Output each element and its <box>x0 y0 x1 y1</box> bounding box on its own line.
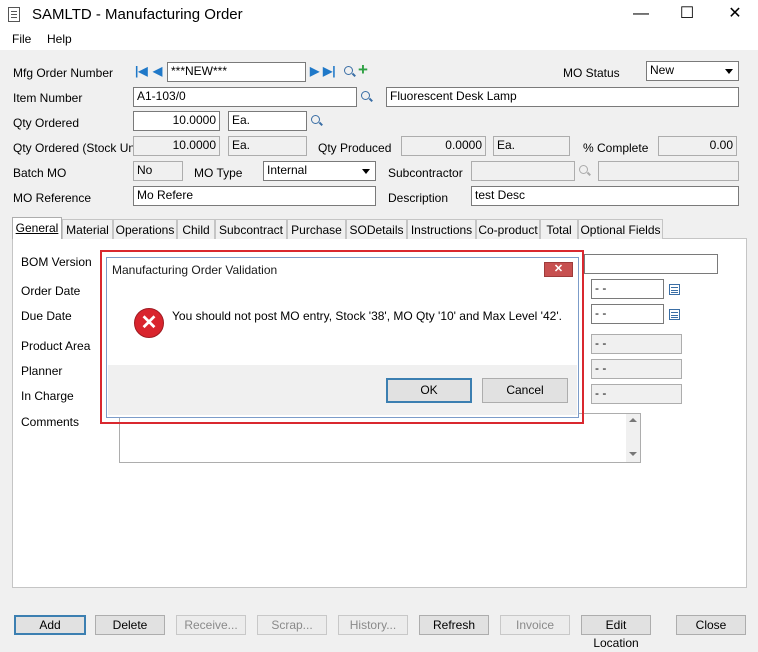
tab-general[interactable]: General <box>12 217 62 239</box>
tab-operations[interactable]: Operations <box>113 219 177 239</box>
mfg-order-finder-icon[interactable] <box>344 66 353 75</box>
dialog-message: You should not post MO entry, Stock '38'… <box>172 309 562 323</box>
qty-ordered-label: Qty Ordered <box>13 116 80 130</box>
qty-ordered-stock-field: 10.0000 <box>133 136 220 156</box>
menu-file[interactable]: File <box>12 32 31 46</box>
edit-location-button[interactable]: Edit Location <box>581 615 651 650</box>
subcontractor-input[interactable] <box>471 161 575 181</box>
description-label: Description <box>388 191 449 205</box>
add-button[interactable]: Add <box>14 615 86 635</box>
last-record-icon[interactable]: ▶| <box>323 64 336 78</box>
mo-status-value: New <box>650 63 675 77</box>
calendar-icon[interactable] <box>669 284 680 295</box>
batch-mo-label: Batch MO <box>13 166 67 180</box>
mo-type-label: MO Type <box>194 166 243 180</box>
due-date-input[interactable]: - - <box>591 304 664 324</box>
chevron-down-icon <box>725 69 733 74</box>
mfg-order-label: Mfg Order Number <box>13 66 114 80</box>
item-description-field[interactable]: Fluorescent Desk Lamp <box>386 87 739 107</box>
tab-optional-fields[interactable]: Optional Fields <box>578 219 663 239</box>
dialog-title: Manufacturing Order Validation <box>112 263 278 277</box>
tab-sodetails[interactable]: SODetails <box>346 219 407 239</box>
pct-complete-field: 0.00 <box>658 136 737 156</box>
calendar-icon[interactable] <box>669 309 680 320</box>
product-area-field: - - <box>591 334 682 354</box>
menu-bar <box>0 30 758 50</box>
comments-label: Comments <box>21 415 80 429</box>
subcontractor-label: Subcontractor <box>388 166 463 180</box>
item-number-input[interactable]: A1-103/0 <box>133 87 357 107</box>
comments-scrollbar[interactable] <box>626 414 640 462</box>
subcontractor-finder-icon[interactable] <box>579 165 588 174</box>
tab-coproduct[interactable]: Co-product <box>476 219 540 239</box>
description-input[interactable]: test Desc <box>471 186 739 206</box>
in-charge-field: - - <box>591 384 682 404</box>
tab-instructions[interactable]: Instructions <box>407 219 476 239</box>
delete-button[interactable]: Delete <box>95 615 165 635</box>
mo-type-select[interactable]: Internal <box>263 161 376 181</box>
batch-mo-field: No <box>133 161 183 181</box>
close-button[interactable]: Close <box>676 615 746 635</box>
mo-status-label: MO Status <box>563 66 620 80</box>
menu-help[interactable]: Help <box>47 32 72 46</box>
in-charge-label: In Charge <box>21 389 74 403</box>
error-icon: ✕ <box>134 308 164 338</box>
scrap-button[interactable]: Scrap... <box>257 615 327 635</box>
refresh-button[interactable]: Refresh <box>419 615 489 635</box>
due-date-label: Due Date <box>21 309 72 323</box>
product-area-label: Product Area <box>21 339 91 353</box>
qty-produced-field: 0.0000 <box>401 136 486 156</box>
minimize-button[interactable]: — <box>618 0 664 30</box>
history-button[interactable]: History... <box>338 615 408 635</box>
dialog-cancel-button[interactable]: Cancel <box>482 378 568 403</box>
qty-produced-label: Qty Produced <box>318 141 392 155</box>
tab-general-label: General <box>15 221 59 235</box>
maximize-button[interactable]: ☐ <box>664 0 710 30</box>
chevron-down-icon <box>362 169 370 174</box>
new-record-icon[interactable]: + <box>358 60 368 80</box>
qty-ordered-stock-unit-field: Ea. <box>228 136 307 156</box>
window-close-button[interactable]: ✕ <box>712 0 758 30</box>
previous-record-icon[interactable]: ◀ <box>153 64 162 78</box>
mo-type-value: Internal <box>267 163 308 177</box>
window-title: SAMLTD - Manufacturing Order <box>32 6 243 23</box>
tab-material[interactable]: Material <box>62 219 113 239</box>
first-record-icon[interactable]: |◀ <box>135 64 148 78</box>
mo-reference-input[interactable]: Mo Refere <box>133 186 376 206</box>
invoice-button[interactable]: Invoice <box>500 615 570 635</box>
mfg-order-input[interactable]: ***NEW*** <box>167 62 306 82</box>
qty-ordered-stock-label: Qty Ordered (Stock Unit) <box>13 141 146 155</box>
unit-finder-icon[interactable] <box>311 115 320 124</box>
order-date-label: Order Date <box>21 284 81 298</box>
planner-label: Planner <box>21 364 63 378</box>
bom-version-description-field <box>584 254 718 274</box>
subcontractor-name-field <box>598 161 739 181</box>
pct-complete-label: % Complete <box>583 141 649 155</box>
tab-subcontract[interactable]: Subcontract <box>215 219 287 239</box>
dialog-close-button[interactable]: ✕ <box>544 262 573 277</box>
order-date-input[interactable]: - - <box>591 279 664 299</box>
app-icon <box>8 7 20 22</box>
next-record-icon[interactable]: ▶ <box>310 64 319 78</box>
tab-purchase[interactable]: Purchase <box>287 219 346 239</box>
dialog-ok-button[interactable]: OK <box>386 378 472 403</box>
item-finder-icon[interactable] <box>361 91 370 100</box>
qty-ordered-unit-input[interactable]: Ea. <box>228 111 307 131</box>
item-number-label: Item Number <box>13 91 83 105</box>
scroll-up-icon[interactable] <box>629 418 637 422</box>
scroll-down-icon[interactable] <box>629 452 637 456</box>
tab-total[interactable]: Total <box>540 219 578 239</box>
planner-field: - - <box>591 359 682 379</box>
mo-status-select[interactable]: New <box>646 61 739 81</box>
qty-ordered-input[interactable]: 10.0000 <box>133 111 220 131</box>
mo-reference-label: MO Reference <box>13 191 92 205</box>
qty-produced-unit-field: Ea. <box>493 136 570 156</box>
bom-version-label: BOM Version <box>21 255 92 269</box>
receive-button[interactable]: Receive... <box>176 615 246 635</box>
tab-child[interactable]: Child <box>177 219 215 239</box>
